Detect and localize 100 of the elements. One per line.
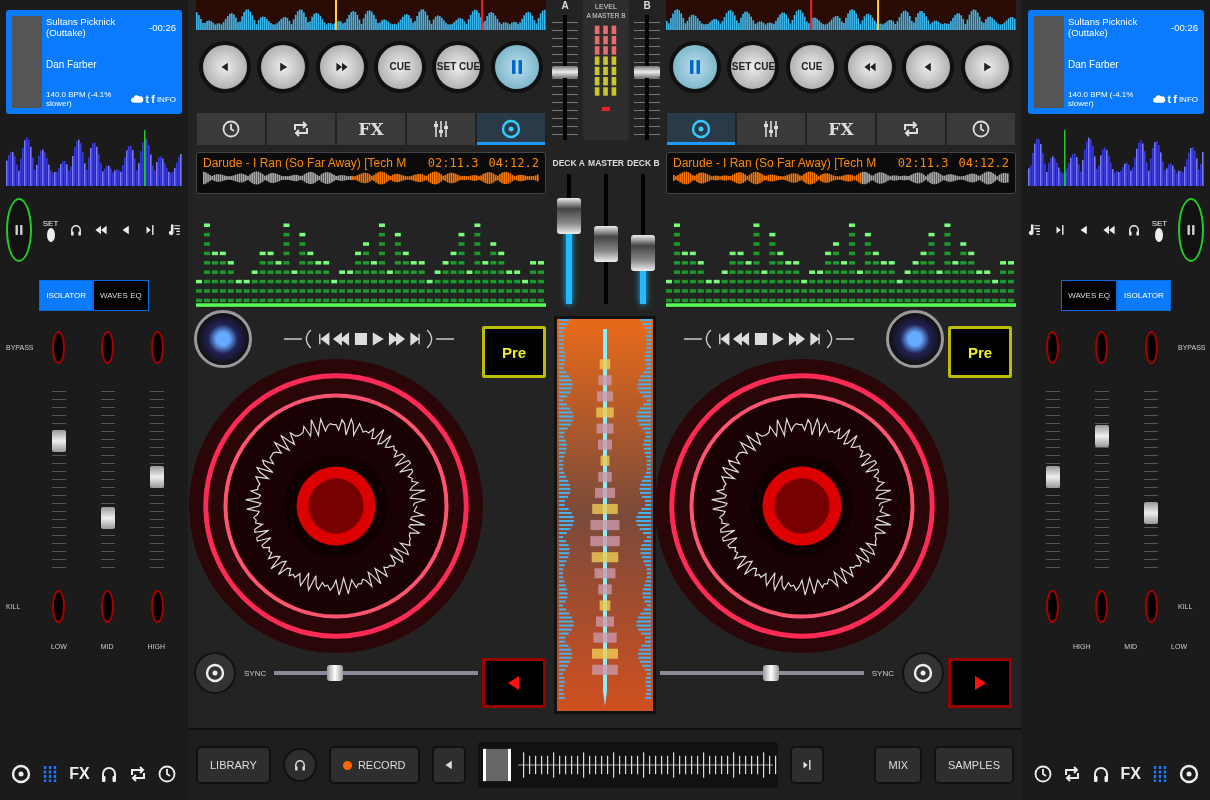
headphones-button[interactable]: [1126, 223, 1141, 237]
track-title: Sultans Picknick (Outtake): [1068, 16, 1139, 38]
disc-tab[interactable]: [476, 112, 546, 146]
eq-mode-tab[interactable]: ISOLATOR: [1117, 280, 1171, 311]
pre-button[interactable]: Pre: [482, 326, 546, 378]
library-button[interactable]: LIBRARY: [196, 746, 271, 784]
loop-icon: [291, 119, 311, 139]
clock-tab[interactable]: [196, 112, 266, 146]
pre-button[interactable]: Pre: [948, 326, 1012, 378]
eq-slider-thumb[interactable]: [1095, 425, 1109, 447]
cue-button[interactable]: CUE: [785, 41, 838, 93]
pause-button[interactable]: [490, 41, 543, 93]
cloud-icon[interactable]: [131, 94, 144, 104]
pitch-slider-thumb[interactable]: [326, 665, 343, 681]
cue-arrow-button[interactable]: [482, 658, 546, 708]
bypass-toggle[interactable]: [1095, 331, 1109, 364]
play-button[interactable]: [257, 41, 310, 93]
eq-slider-thumb[interactable]: [150, 466, 165, 488]
cue-button[interactable]: SET CUE: [727, 41, 780, 93]
pause-button[interactable]: [669, 41, 722, 93]
record-button[interactable]: RECORD: [328, 746, 420, 784]
eq-slider-thumb[interactable]: [1144, 502, 1159, 525]
fx-tab[interactable]: FX: [806, 112, 876, 146]
play-button[interactable]: [960, 41, 1013, 93]
bypass-toggle[interactable]: [1144, 331, 1158, 364]
rewind-button[interactable]: [844, 41, 897, 93]
fx-tab[interactable]: FX: [336, 112, 406, 146]
clock-button[interactable]: [157, 764, 178, 784]
mini-transport-icon[interactable]: [684, 328, 854, 350]
volume-fader-thumb[interactable]: [631, 235, 656, 272]
previous-button[interactable]: [199, 41, 252, 93]
kill-toggle[interactable]: [150, 590, 164, 623]
sliders-tab[interactable]: [406, 112, 476, 146]
kill-toggle[interactable]: [1095, 590, 1109, 623]
pitch-slider-thumb[interactable]: [763, 665, 780, 681]
eq-slider-thumb[interactable]: [1045, 466, 1060, 488]
add-track-button[interactable]: [902, 652, 944, 694]
rewind-button[interactable]: [1102, 223, 1117, 237]
kill-toggle[interactable]: [1144, 590, 1158, 623]
mix-button[interactable]: MIX: [874, 746, 923, 784]
disc-button[interactable]: [1179, 764, 1200, 784]
mini-transport-icon[interactable]: [284, 328, 454, 350]
channel-fader-thumb[interactable]: [552, 65, 578, 78]
samples-button[interactable]: SAMPLES: [934, 746, 1014, 784]
jog-wheel[interactable]: [654, 358, 950, 654]
fx-button[interactable]: FX: [1120, 765, 1141, 783]
eq-slider-thumb[interactable]: [51, 429, 66, 452]
eq-mode-tab[interactable]: WAVES EQ: [1061, 280, 1118, 311]
volume-fader-thumb[interactable]: [594, 225, 618, 262]
cue-arrow-button[interactable]: [948, 658, 1012, 708]
scroll-left-button[interactable]: [431, 746, 466, 784]
bypass-toggle[interactable]: [150, 331, 164, 364]
disc-button[interactable]: [10, 764, 31, 784]
eq-mode-tab[interactable]: WAVES EQ: [92, 280, 149, 311]
channel-fader-thumb[interactable]: [634, 65, 660, 78]
playlist-button[interactable]: [1028, 223, 1042, 237]
headphones-icon: [69, 223, 84, 237]
fx-button[interactable]: FX: [69, 765, 90, 783]
set-button[interactable]: SET: [42, 218, 59, 242]
fader-label: DECK A: [552, 158, 585, 168]
headphones-button[interactable]: [282, 748, 317, 782]
remaining-time: 04:12.2: [488, 156, 539, 170]
info-link[interactable]: INFO: [156, 94, 176, 104]
kill-toggle[interactable]: [52, 590, 66, 623]
forward-button[interactable]: [315, 41, 368, 93]
loop-tab[interactable]: [266, 112, 336, 146]
set-button[interactable]: SET: [1151, 218, 1168, 242]
bypass-toggle[interactable]: [1046, 331, 1060, 364]
cue-button[interactable]: CUE: [374, 41, 427, 93]
disc-tab[interactable]: [666, 112, 736, 146]
loop-tab[interactable]: [876, 112, 946, 146]
bypass-toggle[interactable]: [52, 331, 66, 364]
share-link[interactable]: t: [1167, 93, 1172, 105]
light-button[interactable]: [194, 310, 252, 368]
kill-toggle[interactable]: [101, 590, 115, 623]
kill-toggle[interactable]: [1046, 590, 1060, 623]
headphones-button[interactable]: [69, 223, 84, 237]
rewind-button[interactable]: [93, 223, 108, 237]
light-button[interactable]: [886, 310, 944, 368]
previous-button[interactable]: [902, 41, 955, 93]
clock-icon: [971, 119, 991, 139]
sliders-tab[interactable]: [736, 112, 806, 146]
share-link[interactable]: f: [1173, 93, 1177, 105]
elapsed-time: 02:11.3: [897, 156, 949, 170]
cue-button[interactable]: SET CUE: [432, 41, 485, 93]
add-track-button[interactable]: [194, 652, 236, 694]
eq-slider-thumb[interactable]: [101, 507, 115, 529]
info-link[interactable]: INFO: [1178, 94, 1198, 104]
playlist-button[interactable]: [167, 223, 182, 237]
clock-tab[interactable]: [946, 112, 1016, 146]
share-link[interactable]: f: [151, 93, 155, 105]
scroll-right-button[interactable]: [789, 746, 824, 784]
cloud-icon[interactable]: [1153, 94, 1166, 104]
position-scrubber[interactable]: [477, 742, 778, 788]
clock-button[interactable]: [1032, 764, 1053, 784]
eq-mode-tab[interactable]: ISOLATOR: [39, 280, 93, 311]
bypass-toggle[interactable]: [101, 331, 115, 364]
share-link[interactable]: t: [145, 93, 150, 105]
jog-wheel[interactable]: [188, 358, 484, 654]
volume-fader-thumb[interactable]: [556, 197, 581, 234]
